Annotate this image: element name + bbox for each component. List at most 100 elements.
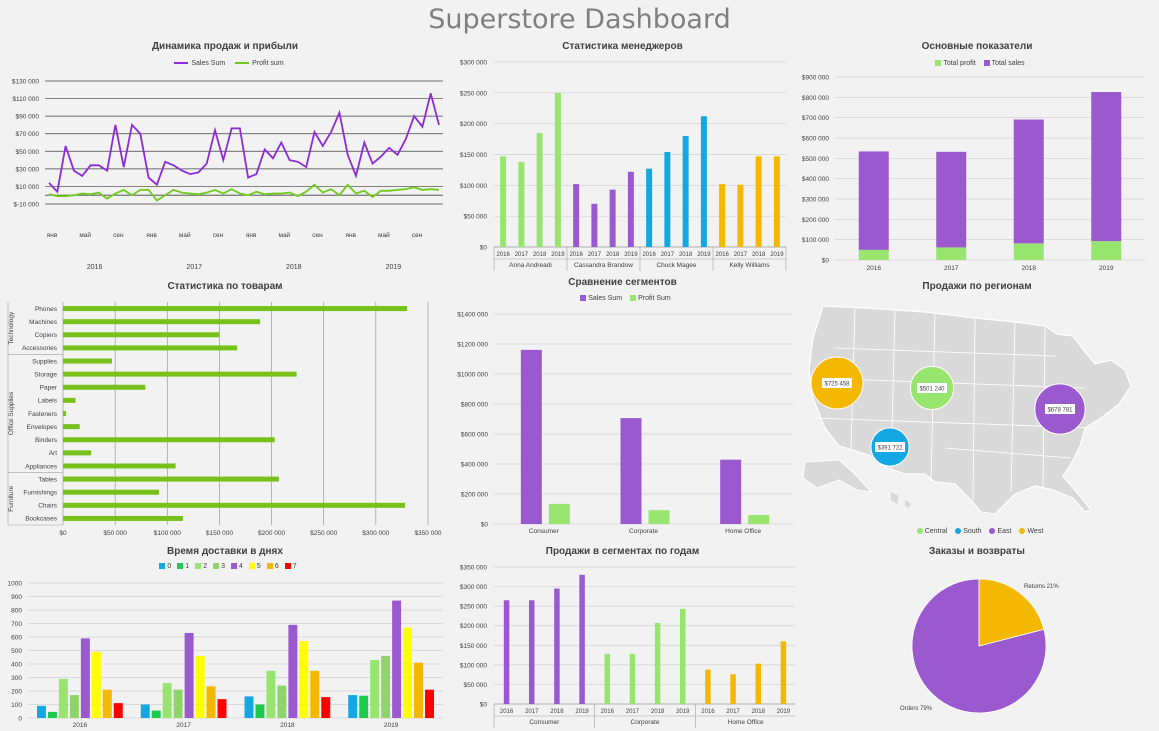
bar <box>627 171 634 247</box>
y-category-label: Art <box>49 450 58 457</box>
y-tick-label: $700 000 <box>802 115 829 122</box>
y-tick-label: $-10 000 <box>13 202 39 209</box>
y-tick-label: 300 <box>11 675 22 682</box>
x-year-label: 2019 <box>551 252 565 258</box>
bar-day-7 <box>217 699 227 718</box>
bar <box>554 92 561 247</box>
bar <box>63 332 220 338</box>
x-category-label: Consumer <box>529 528 560 535</box>
x-month-label: янв <box>246 232 257 239</box>
segments-panel: Сравнение сегментов Sales Sum Profit Sum… <box>450 273 795 543</box>
x-category-label: 2018 <box>1022 265 1037 272</box>
bar <box>773 156 780 247</box>
x-tick-label: $100 000 <box>154 530 181 537</box>
bar-day-6 <box>206 686 216 718</box>
y-tick-label: $250 000 <box>460 90 487 97</box>
bar <box>63 424 80 430</box>
y-category-label: Supplies <box>32 358 58 365</box>
bar <box>63 437 275 443</box>
x-year-label: 2019 <box>697 252 711 258</box>
bar-day-3 <box>69 695 79 718</box>
bar-day-5 <box>91 651 101 718</box>
x-category-label: Cassandra Brandow <box>574 262 633 269</box>
x-category-label: Chuck Magee <box>656 262 696 269</box>
y-tick-label: $50 000 <box>464 682 488 689</box>
x-category-label: 2019 <box>384 722 399 729</box>
y-category-label: Envelopes <box>27 424 58 431</box>
y-tick-label: $200 000 <box>460 623 487 630</box>
x-category-label: 2017 <box>944 265 959 272</box>
pie-label-orders: Orders 79% <box>900 706 933 712</box>
bar-sales <box>858 151 889 250</box>
x-category-label: Anna Andreadi <box>509 262 552 269</box>
y-category-label: Chairs <box>38 503 58 510</box>
legend-swatch <box>1019 528 1026 535</box>
bar <box>719 184 726 247</box>
x-tick-label: $250 000 <box>310 530 337 537</box>
x-category-label: Kelly Williams <box>729 262 770 269</box>
y-tick-label: $600 000 <box>802 136 829 143</box>
y-tick-label: $50 000 <box>16 149 40 156</box>
bar <box>63 476 279 482</box>
bar <box>730 674 736 704</box>
x-category-label: Consumer <box>529 719 560 726</box>
bar <box>63 371 297 377</box>
bar-sales <box>620 418 642 524</box>
bar-day-3 <box>381 655 391 718</box>
y-tick-label: $300 000 <box>802 197 829 204</box>
bar-day-4 <box>184 632 194 718</box>
bar-day-0 <box>244 696 254 718</box>
bar <box>680 608 686 704</box>
bar-day-2 <box>58 678 68 718</box>
x-year-label: 2018 <box>533 252 547 258</box>
products-panel: Статистика по товарам $0 $50 000 $100 000 $… <box>0 278 450 543</box>
bar-day-0 <box>37 705 46 718</box>
bar-day-6 <box>102 689 112 718</box>
bar-day-6 <box>414 662 424 718</box>
y-group-label: Furniture <box>8 485 15 511</box>
y-tick-label: 1000 <box>8 581 23 588</box>
bar <box>654 622 661 704</box>
bar <box>529 600 535 704</box>
x-month-label: май <box>378 231 390 239</box>
bar-profit <box>748 515 770 524</box>
bar-day-1 <box>47 711 57 718</box>
y-tick-label: $100 000 <box>802 237 829 244</box>
x-year-label: 2017 <box>186 264 202 271</box>
main-indicators-panel: Основные показатели Total profit Total s… <box>795 38 1159 278</box>
bar <box>573 184 580 247</box>
y-tick-label: $200 000 <box>802 217 829 224</box>
bar-day-7 <box>321 697 331 718</box>
x-year-label: 2016 <box>715 252 729 258</box>
y-tick-label: $250 000 <box>460 604 487 611</box>
bar-chart: $350 000 $300 000 $250 000 $200 000 $150 000… <box>460 565 795 728</box>
bar-sales <box>1013 119 1044 244</box>
bar-day-5 <box>195 655 205 718</box>
series-line-sales <box>48 93 440 194</box>
y-tick-label: $150 000 <box>460 152 487 159</box>
y-category-label: Machines <box>29 319 58 326</box>
x-year-label: 2018 <box>752 709 766 715</box>
horizontal-bar-chart: $0 $50 000 $100 000 $150 000 $200 000 $250 00… <box>7 302 442 537</box>
x-year-label: 2016 <box>642 252 656 258</box>
segments-years-panel: Продажи в сегментах по годам $350 000 $30… <box>450 543 795 731</box>
bar <box>591 203 598 247</box>
x-year-label: 2018 <box>606 252 620 258</box>
x-year-label: 2017 <box>515 252 529 258</box>
x-year-label: 2017 <box>588 252 602 258</box>
y-tick-label: 900 <box>11 594 22 601</box>
bar <box>755 156 762 247</box>
bar-day-1 <box>151 710 161 718</box>
x-tick-label: $50 000 <box>103 530 127 537</box>
x-year-label: 2016 <box>87 264 103 271</box>
bar <box>63 502 406 508</box>
y-tick-label: $350 000 <box>460 565 487 572</box>
bar <box>646 168 653 247</box>
chart-legend: Central South East West <box>795 528 1159 535</box>
x-category-label: 2019 <box>1099 265 1114 272</box>
bar-chart: $300 000 $250 000 $200 000 $150 000 $100 000… <box>460 60 787 271</box>
y-tick-label: $1200 000 <box>457 342 488 349</box>
managers-panel: Статистика менеджеров $300 000 $250 000 $2… <box>450 38 795 278</box>
y-category-label: Phones <box>35 306 58 313</box>
x-month-label: сен <box>312 232 323 239</box>
